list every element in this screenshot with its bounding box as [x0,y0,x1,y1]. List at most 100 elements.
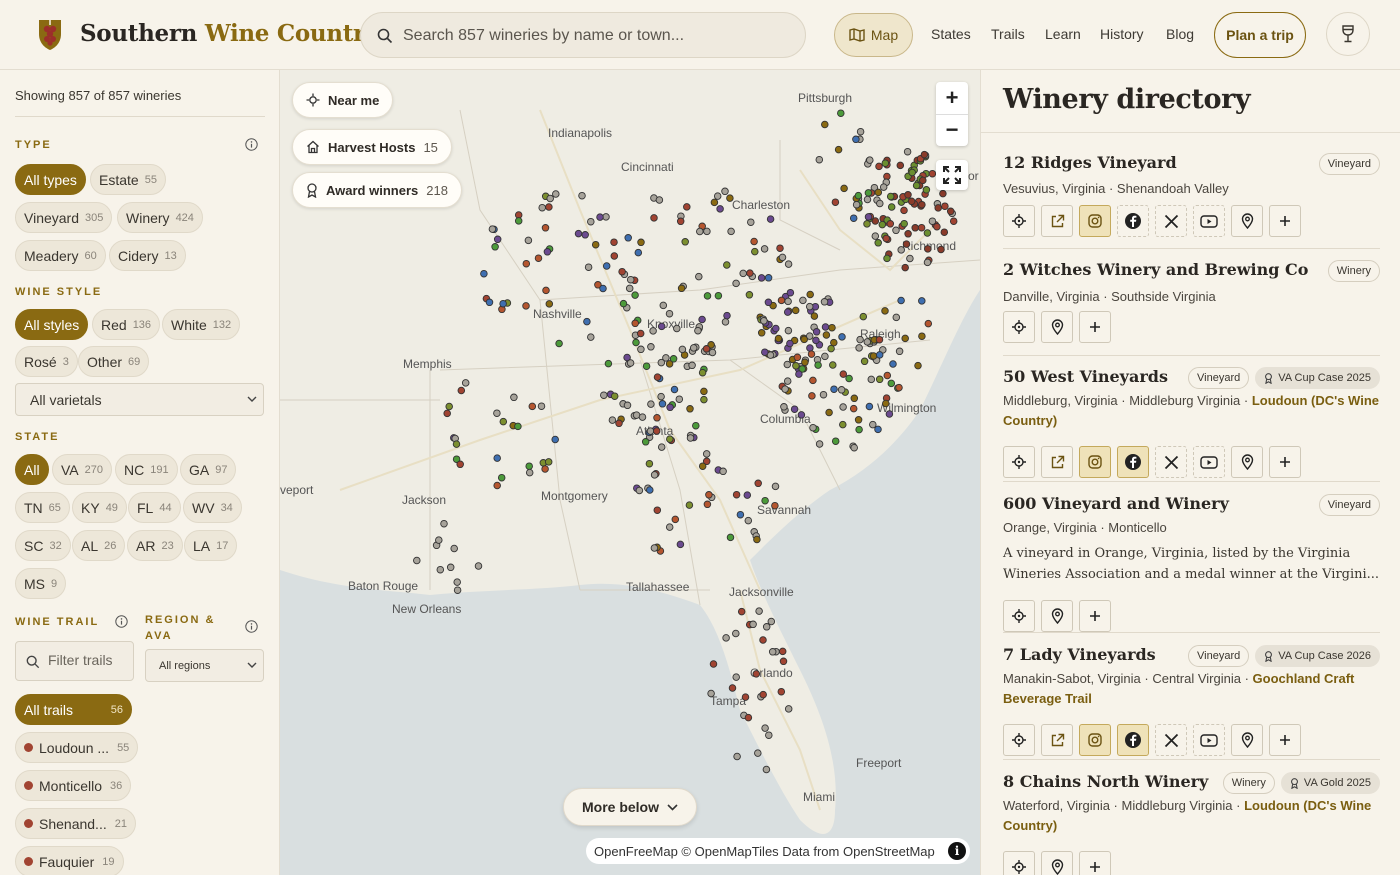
winery-marker[interactable] [864,189,873,197]
winery-marker[interactable] [778,647,787,656]
winery-marker[interactable] [610,252,619,260]
winery-marker[interactable] [736,510,745,519]
winery-marker[interactable] [453,578,461,586]
winery-marker[interactable] [631,291,639,299]
winery-marker[interactable] [749,620,757,629]
winery-marker[interactable] [871,232,880,240]
nav-trails[interactable]: Trails [991,26,1025,42]
winery-marker[interactable] [493,409,501,417]
winery-marker[interactable] [941,202,949,210]
winery-marker[interactable] [653,373,662,381]
youtube-button[interactable] [1193,724,1225,756]
winery-marker[interactable] [778,253,787,262]
add-to-trip-button[interactable] [1269,446,1301,478]
winery-marker[interactable] [856,335,864,344]
winery-marker[interactable] [743,491,752,499]
winery-marker[interactable] [878,220,887,229]
winery-marker[interactable] [545,203,553,211]
type-chip-estate[interactable]: Estate 55 [90,164,166,195]
winery-marker[interactable] [908,168,916,177]
winery-marker[interactable] [698,315,706,324]
winery-marker[interactable] [641,438,650,446]
winery-marker[interactable] [452,440,461,448]
winery-marker[interactable] [732,629,740,638]
winery-marker[interactable] [587,333,595,341]
winery-marker[interactable] [840,184,848,193]
style-chip-rose[interactable]: Rosé 3 [15,346,78,377]
winery-marker[interactable] [812,336,820,345]
winery-marker[interactable] [882,399,890,408]
winery-marker[interactable] [886,192,895,201]
winery-marker[interactable] [761,496,769,505]
winery-marker[interactable] [761,348,769,356]
youtube-button[interactable] [1193,446,1225,478]
winery-marker[interactable] [650,471,659,479]
winery-marker[interactable] [453,586,462,594]
winery-marker[interactable] [670,385,679,394]
winery-marker[interactable] [721,187,729,196]
state-chip-ar[interactable]: AR 23 [127,530,183,561]
winery-marker[interactable] [777,687,786,696]
winery-marker[interactable] [542,286,550,295]
attribution-text[interactable]: OpenFreeMap © OpenMapTiles Data from Ope… [594,844,935,859]
winery-marker[interactable] [675,395,684,403]
winery-marker[interactable] [678,345,687,354]
winery-marker[interactable] [700,395,708,404]
style-chip-red[interactable]: Red 136 [92,309,161,340]
winery-marker[interactable] [666,435,674,443]
winery-marker[interactable] [760,317,768,325]
winery-marker[interactable] [866,156,874,164]
winery-marker[interactable] [864,213,873,221]
winery-marker[interactable] [867,375,876,384]
winery-marker[interactable] [727,227,735,236]
winery-marker[interactable] [783,308,792,316]
winery-marker[interactable] [600,391,608,399]
winery-marker[interactable] [874,425,882,434]
trail-chip-loudoun[interactable]: Loudoun ... 55 [15,732,139,763]
winery-marker[interactable] [790,405,799,413]
winery-marker[interactable] [722,634,730,642]
nav-history[interactable]: History [1100,26,1144,42]
winery-marker[interactable] [703,292,712,300]
winery-marker[interactable] [849,404,858,413]
winery-marker[interactable] [721,318,730,326]
locate-on-map-button[interactable] [1003,446,1035,478]
winery-marker[interactable] [876,199,884,208]
nav-learn[interactable]: Learn [1045,26,1081,42]
state-chip-ky[interactable]: KY 49 [72,492,127,523]
winery-marker[interactable] [497,473,506,482]
winery-map[interactable]: Pittsburgh Indianapolis Cincinnati Charl… [280,70,980,875]
instagram-button[interactable] [1079,724,1111,756]
state-chip-ga[interactable]: GA 97 [180,454,237,485]
winery-marker[interactable] [918,297,926,305]
winery-marker[interactable] [685,501,694,509]
winery-marker[interactable] [757,329,766,337]
winery-marker[interactable] [946,207,955,216]
winery-marker[interactable] [638,413,647,421]
winery-marker[interactable] [852,200,861,209]
winery-marker[interactable] [924,245,932,253]
winery-marker[interactable] [750,237,758,246]
winery-marker[interactable] [814,361,822,369]
locate-on-map-button[interactable] [1003,600,1035,632]
winery-marker[interactable] [767,617,776,626]
winery-marker[interactable] [649,327,657,335]
winery-marker[interactable] [732,673,740,681]
style-chip-other[interactable]: Other 69 [78,346,150,377]
x-twitter-button[interactable] [1155,205,1187,237]
varietals-select[interactable]: All varietals [15,383,264,416]
winery-marker[interactable] [752,670,761,678]
winery-marker[interactable] [806,344,814,352]
winery-marker[interactable] [869,352,878,360]
x-twitter-button[interactable] [1155,724,1187,756]
winery-marker[interactable] [830,385,838,393]
card-winery-name[interactable]: 2 Witches Winery and Brewing Co [1003,260,1308,279]
add-to-trip-button[interactable] [1079,311,1111,343]
winery-marker[interactable] [618,267,626,276]
winery-marker[interactable] [759,636,767,644]
winery-marker[interactable] [709,660,718,668]
winery-marker[interactable] [845,374,853,383]
winery-marker[interactable] [632,338,640,347]
winery-marker[interactable] [723,311,731,320]
winery-marker[interactable] [745,291,754,299]
